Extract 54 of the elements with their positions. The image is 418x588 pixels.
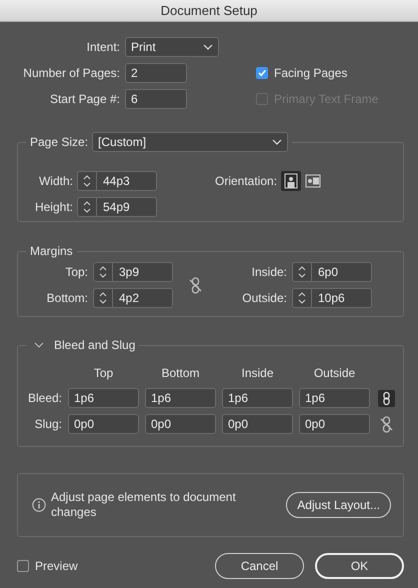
info-message: Adjust page elements to document changes — [51, 490, 237, 520]
input-field[interactable]: 1p6 — [222, 388, 293, 408]
input-field[interactable]: 0p0 — [299, 414, 370, 434]
field-label: Intent: — [86, 40, 120, 54]
column-header: Inside — [240, 366, 275, 382]
broken-link-icon[interactable] — [188, 276, 202, 294]
field-label: Top: — [64, 265, 88, 279]
cancel-button[interactable]: Cancel — [215, 553, 304, 579]
checkbox[interactable]: Facing Pages — [256, 66, 348, 80]
window-title: Document Setup — [160, 3, 258, 18]
field-label: Width: — [38, 174, 73, 188]
field-label: Outside: — [241, 291, 287, 305]
input-field[interactable]: 6 — [125, 89, 187, 109]
input-field[interactable]: 0p0 — [68, 414, 139, 434]
input-field[interactable]: 44p3 — [77, 171, 157, 191]
portrait-icon[interactable] — [281, 171, 302, 191]
field-label: Bleed: — [26, 391, 62, 405]
broken-link-icon[interactable] — [380, 416, 392, 432]
column-header: Top — [92, 366, 114, 382]
input-field[interactable]: 1p6 — [299, 388, 370, 408]
field-label: Bottom: — [46, 291, 88, 305]
field-label: Page Size: — [30, 135, 88, 149]
input-field[interactable]: 0p0 — [222, 414, 293, 434]
chevron-down-icon — [272, 139, 282, 145]
checkmark-icon — [257, 68, 267, 78]
field-label: Inside: — [250, 265, 287, 279]
checkbox[interactable]: Preview — [17, 559, 78, 573]
input-field[interactable]: 1p6 — [145, 388, 216, 408]
ok-button[interactable]: OK — [315, 553, 404, 579]
field-label: Number of Pages: — [22, 66, 120, 80]
section-title: Bleed and Slug — [54, 338, 136, 352]
chevron-down-icon[interactable] — [34, 342, 44, 348]
chevron-down-icon — [203, 44, 213, 50]
input-field[interactable]: 54p9 — [77, 197, 157, 217]
field-label: Start Page #: — [48, 92, 120, 106]
info-icon — [32, 498, 46, 512]
intent-dropdown[interactable]: Print — [125, 37, 219, 57]
input-field[interactable]: 1p6 — [68, 388, 139, 408]
column-header: Outside — [312, 366, 356, 382]
page-size-dropdown[interactable]: [Custom] — [92, 132, 288, 152]
field-label: Orientation: — [215, 174, 278, 188]
column-header: Bottom — [160, 366, 200, 382]
field-label: Slug: — [34, 417, 62, 431]
input-field[interactable]: 3p9 — [93, 262, 173, 282]
chain-link-icon[interactable] — [378, 390, 394, 406]
field-label: Height: — [34, 200, 73, 214]
input-field[interactable]: 4p2 — [93, 288, 173, 308]
input-field[interactable]: 6p0 — [292, 262, 372, 282]
section-title: Margins — [30, 244, 73, 258]
landscape-icon[interactable] — [305, 173, 322, 189]
adjust-layout-button[interactable]: Adjust Layout... — [286, 492, 391, 518]
input-field[interactable]: 2 — [125, 63, 187, 83]
input-field[interactable]: 0p0 — [145, 414, 216, 434]
input-field[interactable]: 10p6 — [292, 288, 372, 308]
